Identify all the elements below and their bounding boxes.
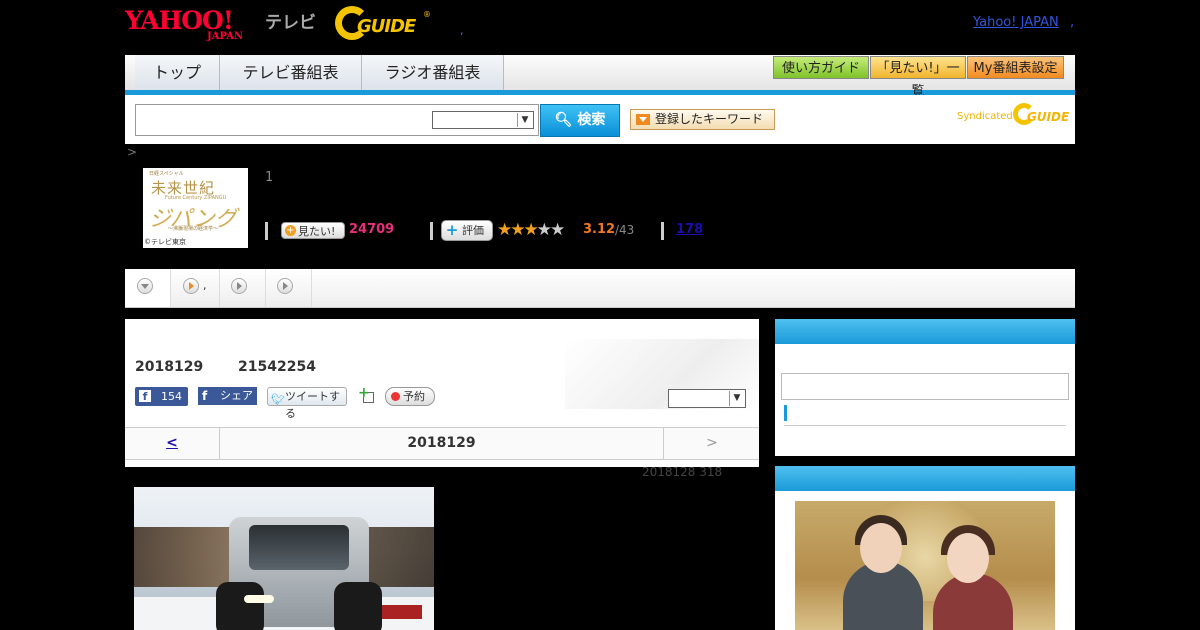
- search-button-label: 検索: [577, 112, 606, 128]
- rating-button[interactable]: + 評価: [441, 220, 493, 241]
- header-comma: ,: [1070, 15, 1075, 30]
- add-to-list-icon[interactable]: +: [358, 386, 374, 403]
- usage-guide-button[interactable]: 使い方ガイド: [773, 56, 869, 79]
- program-count: 1: [265, 170, 274, 185]
- syndicated-label: Syndicated: [957, 111, 1013, 122]
- plus-icon: +: [285, 225, 296, 236]
- program-logo-line1: 日経スペシャル: [149, 171, 184, 177]
- gguide-logo[interactable]: GUIDE ®: [335, 6, 431, 40]
- star-icon: ★: [523, 220, 539, 240]
- search-icon: 🔍︎: [554, 112, 573, 128]
- facebook-like-button[interactable]: f 154: [135, 387, 188, 406]
- logo-tv-text[interactable]: テレビ: [265, 8, 316, 33]
- gguide-logo-text: GUIDE: [357, 16, 416, 37]
- search-category-select[interactable]: ▼: [432, 111, 534, 129]
- main-navbar: トップ テレビ番組表 ラジオ番組表 使い方ガイド 「見たい!」一覧 My番組表設…: [125, 55, 1075, 99]
- next-date-link[interactable]: >: [663, 428, 760, 459]
- reserve-label: 予約: [403, 390, 425, 403]
- subtab-4[interactable]: [266, 269, 312, 307]
- subtab-2[interactable]: ,: [171, 269, 220, 307]
- tab-top[interactable]: トップ: [135, 55, 220, 90]
- broadcast-info-panel: 2018129 21542254 f 154 f シェア 🐦︎ ツイートする +…: [125, 319, 759, 467]
- mitai-list-button[interactable]: 「見たい!」一覧: [870, 56, 966, 99]
- rating-stars: ★★★★★: [497, 220, 565, 240]
- sidebar-box-1: [775, 319, 1075, 456]
- chevron-down-icon: ▼: [729, 391, 744, 406]
- breadcrumb: >: [127, 145, 138, 159]
- broadcast-select[interactable]: ▼: [668, 389, 746, 408]
- facebook-like-count: 154: [161, 390, 182, 403]
- air-time-info: 21542254: [238, 359, 316, 375]
- rating-count: /43: [615, 223, 635, 237]
- sidebar-promo-image[interactable]: [795, 501, 1055, 630]
- program-image-tractor: [134, 487, 434, 630]
- date-navigation: < 2018129 >: [125, 427, 759, 460]
- sidebar-accent-bar: [784, 405, 787, 421]
- star-icon: ★: [536, 220, 552, 240]
- facebook-icon: f: [139, 390, 151, 403]
- sidebar-box-2-header: [775, 466, 1075, 491]
- prev-date-link[interactable]: <: [125, 428, 220, 459]
- play-icon: [277, 278, 293, 294]
- syndicated-brand: GUIDE: [1027, 110, 1070, 124]
- program-logo-tagline: 〜沸騰現場の経済学〜: [168, 226, 219, 232]
- facebook-icon: f: [202, 389, 208, 403]
- sidebar-box-1-header: [775, 319, 1075, 344]
- review-count-link[interactable]: 178: [676, 222, 703, 237]
- subtab-1[interactable]: [125, 269, 171, 307]
- divider: [784, 425, 1066, 426]
- mitai-count: 24709: [349, 222, 395, 237]
- registered-keywords-button[interactable]: 登録したキーワード: [630, 109, 775, 130]
- tab-tv-schedule[interactable]: テレビ番組表: [220, 55, 362, 90]
- mitai-button-label: 見たい!: [298, 225, 336, 238]
- facebook-share-label: シェア: [220, 389, 253, 402]
- rating-button-label: 評価: [462, 224, 484, 237]
- record-dot-icon: [391, 392, 400, 401]
- update-note: 2018128 318: [642, 465, 723, 479]
- tab-radio-schedule[interactable]: ラジオ番組表: [362, 55, 504, 90]
- star-icon: ★: [510, 220, 525, 240]
- search-button[interactable]: 🔍︎ 検索: [540, 104, 620, 137]
- reserve-button[interactable]: 予約: [385, 387, 435, 406]
- star-icon: ★: [497, 220, 512, 240]
- chevron-down-icon: [137, 278, 153, 294]
- divider: [265, 222, 268, 240]
- registered-keywords-label: 登録したキーワード: [655, 112, 764, 126]
- my-schedule-settings-button[interactable]: My番組表設定: [967, 56, 1064, 79]
- twitter-bird-icon: 🐦︎: [271, 393, 285, 406]
- current-date: 2018129: [407, 435, 476, 451]
- play-icon: [231, 278, 247, 294]
- program-subtabs: ,: [125, 269, 1075, 308]
- program-logo-copyright: ©テレビ東京: [144, 238, 186, 246]
- divider: [430, 222, 433, 240]
- yahoo-japan-logo[interactable]: YAHOO! JAPAN: [125, 6, 261, 42]
- subtab-3[interactable]: [220, 269, 266, 307]
- play-icon: [183, 278, 199, 294]
- air-date: 2018129: [135, 359, 204, 375]
- logo-japan-text: JAPAN: [207, 31, 244, 42]
- registered-mark-icon: ®: [423, 10, 431, 19]
- facebook-share-button[interactable]: f シェア: [198, 387, 257, 405]
- program-logo: 日経スペシャル 未来世紀 Future Century ZIPANGU ジパング…: [143, 168, 248, 248]
- yahoo-japan-link[interactable]: Yahoo! JAPAN: [973, 15, 1059, 30]
- syndicated-gguide-logo: Syndicated GUIDE: [957, 103, 1069, 133]
- sidebar-input[interactable]: [781, 373, 1069, 400]
- chevron-down-icon: ▼: [517, 113, 532, 127]
- header-dot: ,: [460, 24, 464, 37]
- sidebar-box-2: [775, 466, 1075, 630]
- divider: [661, 222, 664, 240]
- tweet-button[interactable]: 🐦︎ ツイートする: [267, 387, 347, 420]
- plus-icon: +: [445, 221, 459, 239]
- rating-value: 3.12: [583, 222, 616, 237]
- search-area: ▼ 🔍︎ 検索 登録したキーワード Syndicated GUIDE: [125, 95, 1075, 144]
- star-icon: ★: [550, 220, 565, 240]
- mitai-button[interactable]: + 見たい!: [281, 222, 345, 239]
- tweet-label: ツイートする: [285, 390, 340, 420]
- dropdown-arrow-icon: [636, 114, 650, 125]
- subtab-2-label: ,: [203, 279, 207, 292]
